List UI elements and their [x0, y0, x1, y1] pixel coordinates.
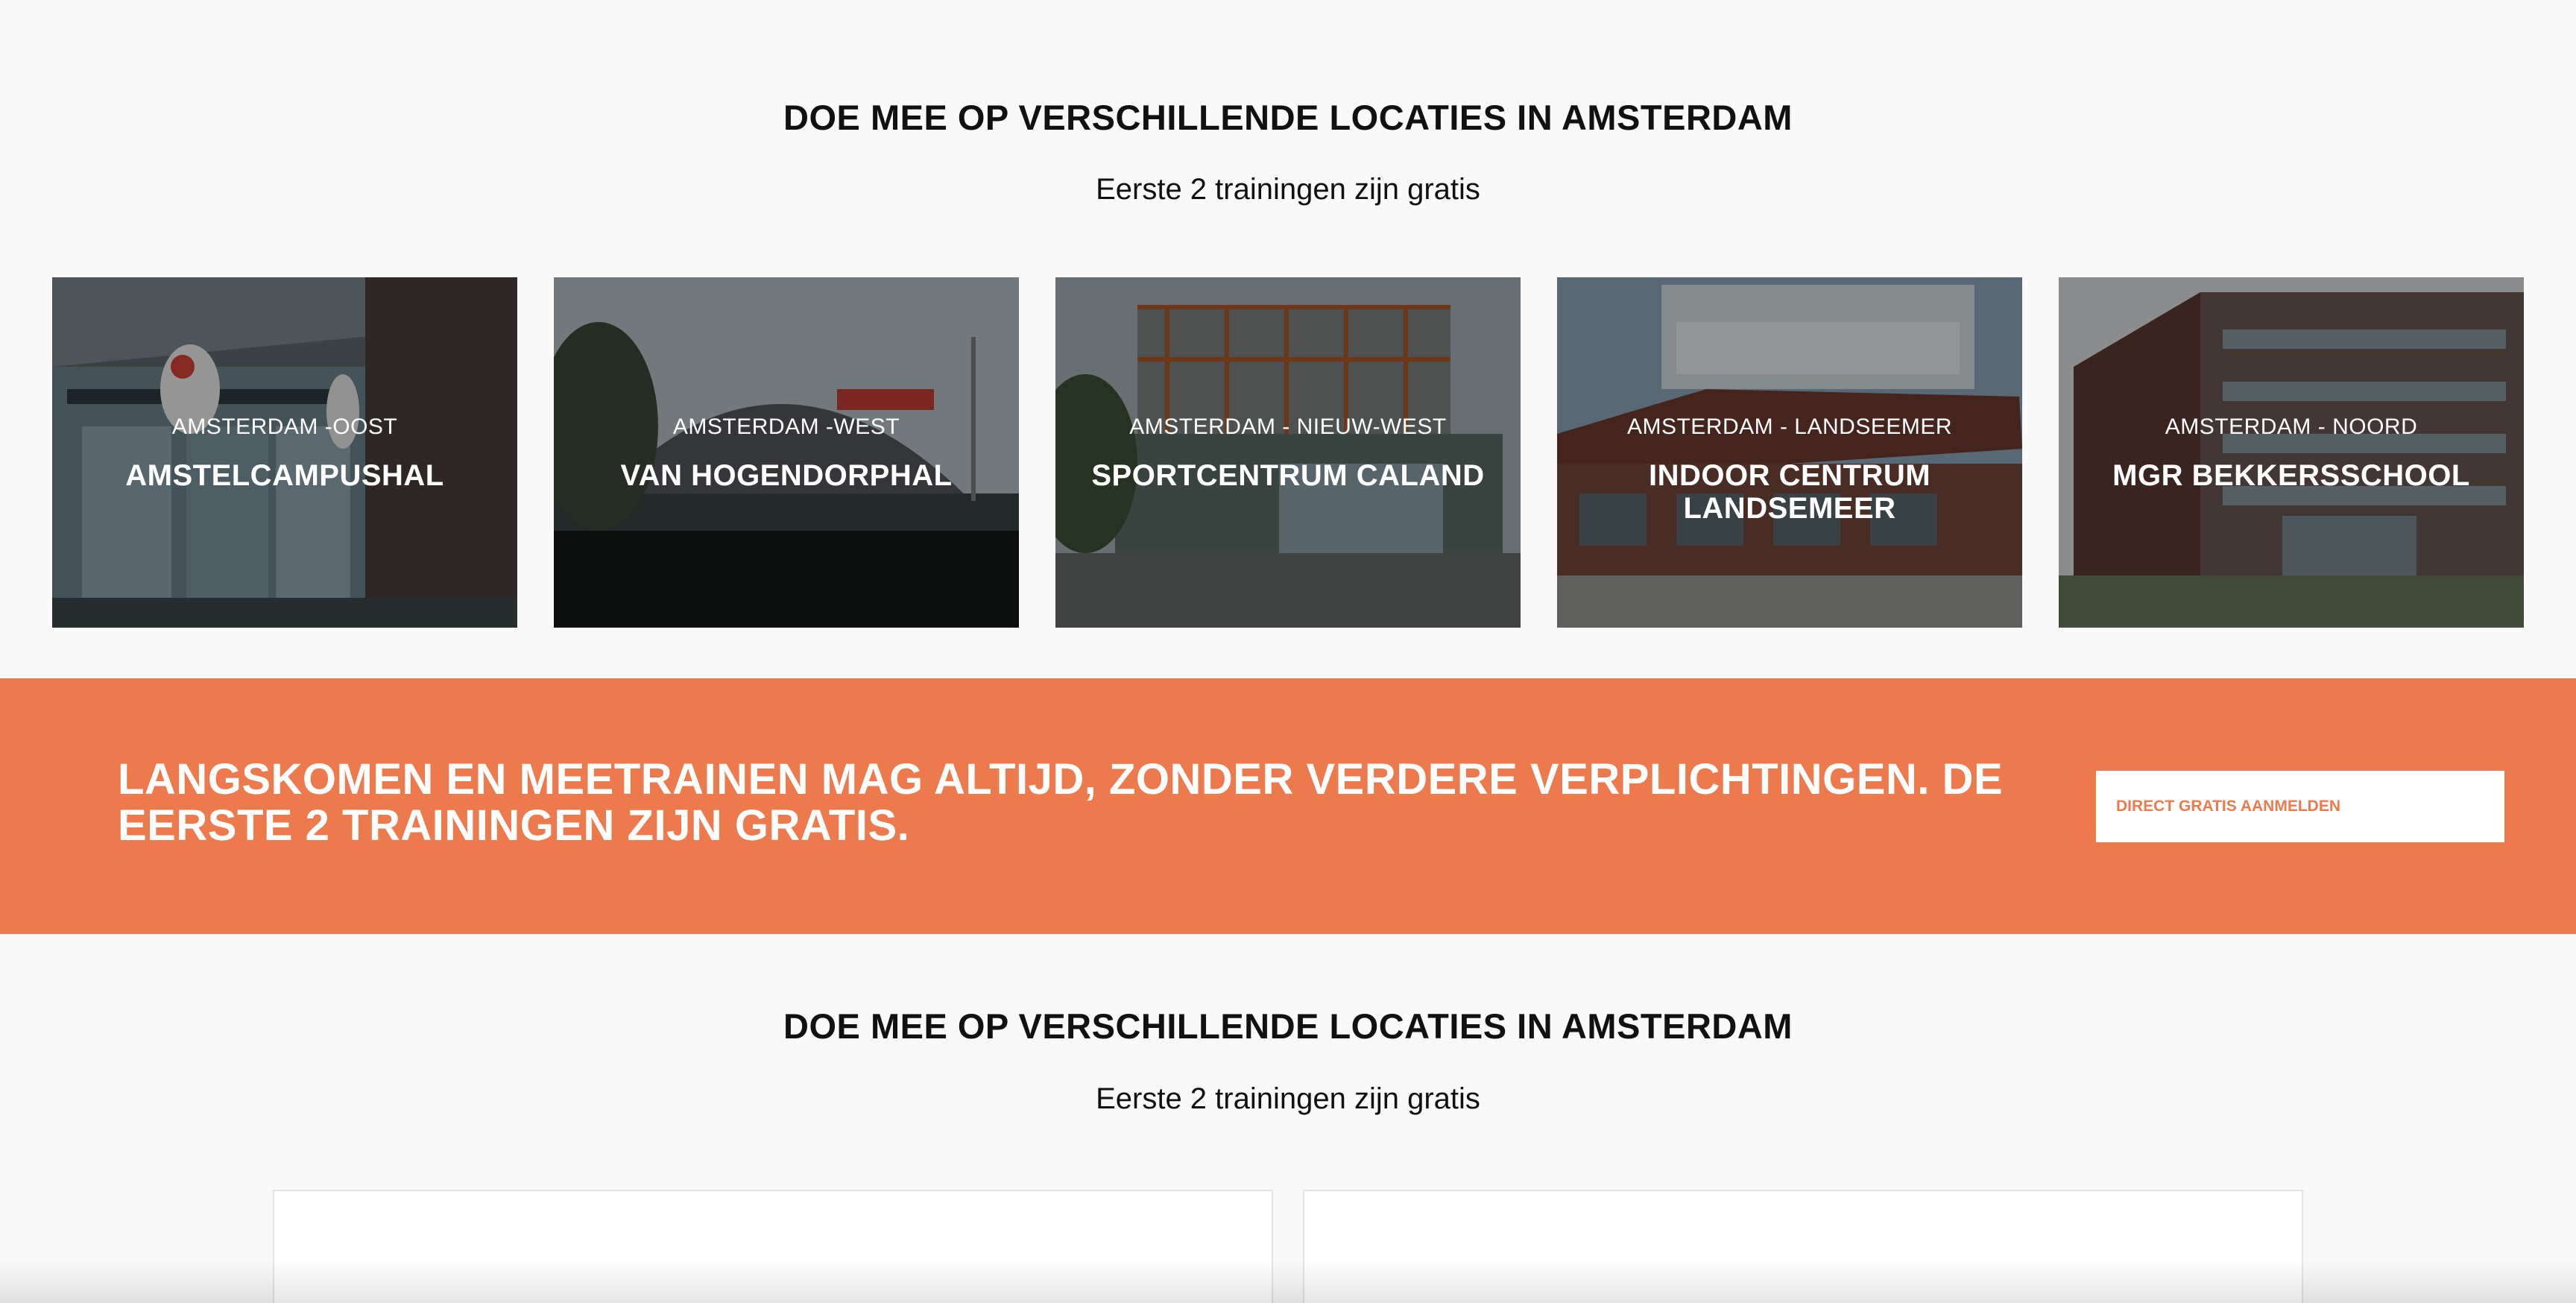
location-name: MGR BEKKERSSCHOOL — [2112, 459, 2470, 492]
location-area: AMSTERDAM -WEST — [672, 414, 900, 439]
location-card-van-hogendorphal[interactable]: AMSTERDAM -WEST VAN HOGENDORPHAL — [554, 277, 1019, 628]
section-subtitle: Eerste 2 trainingen zijn gratis — [1096, 173, 1480, 206]
photo-overlay — [554, 277, 1019, 628]
location-cards: AMSTERDAM -OOST AMSTELCAMPUSHAL AMSTERDA… — [52, 277, 2524, 628]
section-subtitle: Eerste 2 trainingen zijn gratis — [1096, 1082, 1480, 1115]
location-card-indoor-centrum-landsemeer[interactable]: AMSTERDAM - LANDSEEMER INDOOR CENTRUM LA… — [1557, 277, 2022, 628]
photo-overlay — [2059, 277, 2524, 628]
photo-overlay — [52, 277, 517, 628]
location-area: AMSTERDAM - LANDSEEMER — [1626, 414, 1953, 439]
section-title: DOE MEE OP VERSCHILLENDE LOCATIES IN AMS… — [783, 1006, 1793, 1046]
location-card-amstelcampushal[interactable]: AMSTERDAM -OOST AMSTELCAMPUSHAL — [52, 277, 517, 628]
location-area: AMSTERDAM -OOST — [171, 414, 398, 439]
photo-overlay — [1055, 277, 1521, 628]
location-card-mgr-bekkersschool[interactable]: AMSTERDAM - NOORD MGR BEKKERSSCHOOL — [2059, 277, 2524, 628]
bottom-shadow — [0, 1260, 2576, 1303]
signup-button[interactable]: DIRECT GRATIS AANMELDEN — [2096, 771, 2504, 842]
photo-overlay — [1557, 277, 2022, 628]
location-card-sportcentrum-caland[interactable]: AMSTERDAM - NIEUW-WEST SPORTCENTRUM CALA… — [1055, 277, 1521, 628]
location-name: SPORTCENTRUM CALAND — [1091, 459, 1485, 492]
section-title: DOE MEE OP VERSCHILLENDE LOCATIES IN AMS… — [783, 98, 1793, 137]
location-area: AMSTERDAM - NOORD — [2165, 414, 2418, 439]
location-name: VAN HOGENDORPHAL — [620, 459, 953, 492]
location-name: AMSTELCAMPUSHAL — [125, 459, 444, 492]
location-name: INDOOR CENTRUM LANDSEMEER — [1648, 459, 1931, 525]
cta-banner: LANGSKOMEN EN MEETRAINEN MAG ALTIJD, ZON… — [0, 678, 2576, 934]
location-area: AMSTERDAM - NIEUW-WEST — [1129, 414, 1447, 439]
cta-text: LANGSKOMEN EN MEETRAINEN MAG ALTIJD, ZON… — [118, 755, 2004, 850]
page: DOE MEE OP VERSCHILLENDE LOCATIES IN AMS… — [0, 0, 2576, 1303]
